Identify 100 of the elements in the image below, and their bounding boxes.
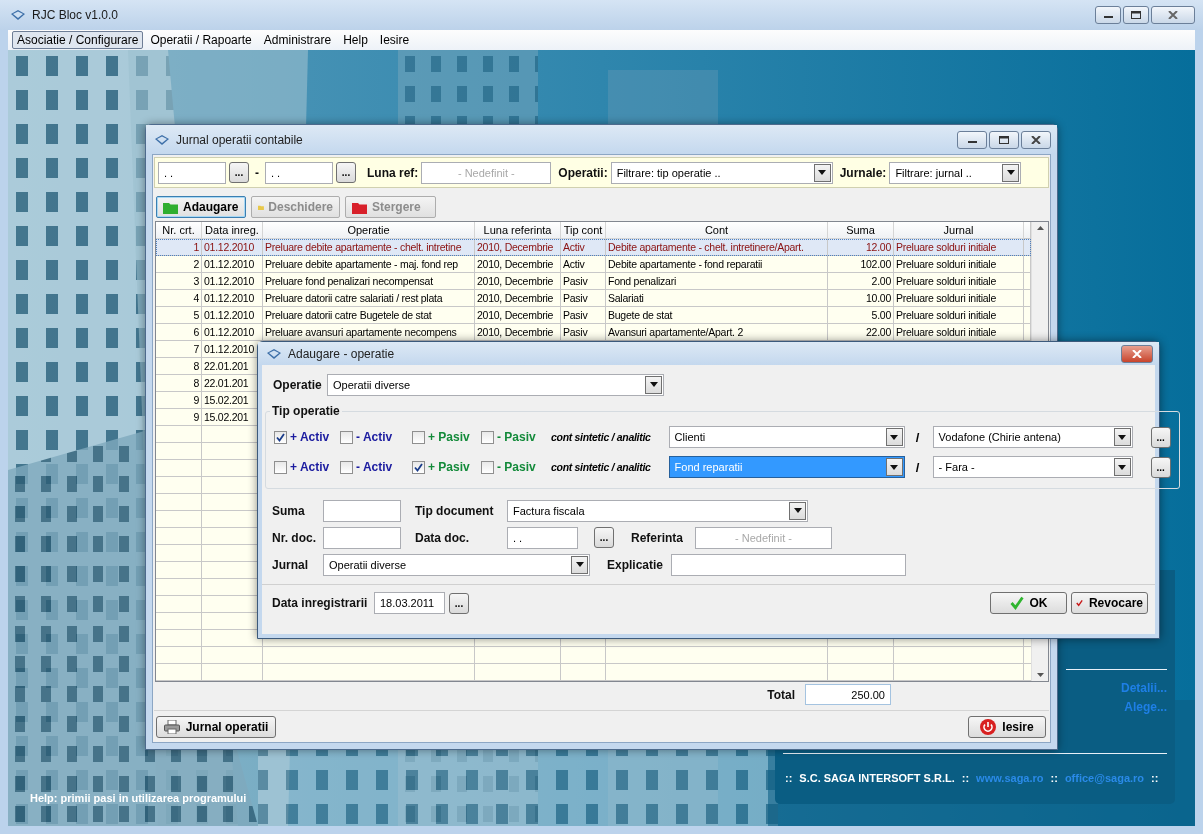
dropdown[interactable]: - Fara -	[932, 456, 1133, 478]
checkbox[interactable]	[274, 460, 287, 474]
input-field[interactable]	[323, 526, 401, 549]
browse-button[interactable]: ...	[1150, 456, 1171, 478]
table-cell: 01.12.2010	[202, 324, 263, 341]
dropdown[interactable]: Filtrare: jurnal ..	[889, 161, 1022, 184]
menu-item[interactable]: Administrare	[258, 31, 337, 49]
table-cell: 8	[156, 375, 202, 392]
browse-button[interactable]: ...	[1150, 426, 1171, 448]
group-title: Tip operatie	[271, 404, 341, 418]
browse-button[interactable]: ...	[449, 592, 469, 614]
table-cell: 4	[156, 290, 202, 307]
checkbox-label: - Activ	[356, 430, 393, 444]
minimize-button[interactable]	[957, 130, 987, 149]
field-label: Data inregistrarii	[272, 596, 369, 610]
date-field[interactable]: 18.03.2011	[374, 592, 445, 614]
scroll-down-icon[interactable]	[1036, 673, 1044, 677]
maximize-button[interactable]	[989, 130, 1019, 149]
close-button[interactable]	[1021, 130, 1051, 149]
dropdown[interactable]: Operatii diverse	[327, 373, 664, 396]
table-row[interactable]: 3 01.12.2010 Preluare fond penalizari necompensat 2010, Decembrie Pasiv Fond penalizari 2.00 Preluare solduri initiale	[156, 273, 1031, 290]
caret-icon	[890, 464, 899, 470]
browse-button[interactable]: ...	[336, 162, 356, 183]
checkbox[interactable]	[412, 460, 425, 474]
table-cell: 2010, Decembrie	[475, 290, 561, 307]
close-icon	[1168, 11, 1178, 19]
checkbox[interactable]	[340, 430, 353, 444]
dropdown[interactable]: Vodafone (Chirie antena)	[932, 426, 1133, 448]
table-cell: 5.00	[828, 307, 894, 324]
checkbox-label: + Pasiv	[428, 430, 470, 444]
close-button[interactable]	[1121, 344, 1153, 363]
field-label: Referinta	[631, 530, 684, 545]
field-label: Jurnal	[272, 557, 309, 572]
table-cell: Preluare solduri initiale	[894, 273, 1024, 290]
caret-icon	[1006, 170, 1015, 175]
menu-item[interactable]: Asociatie / Configurare	[12, 31, 144, 49]
scroll-up-icon[interactable]	[1036, 226, 1044, 230]
dropdown[interactable]: Clienti	[668, 426, 905, 448]
caret-icon	[649, 382, 658, 387]
button[interactable]: Jurnal operatii	[156, 716, 276, 738]
table-cell: Pasiv	[561, 307, 606, 324]
minimize-button[interactable]	[1095, 6, 1121, 24]
checkbox[interactable]	[274, 430, 287, 444]
table-cell: 102.00	[828, 256, 894, 273]
separator-text: ::	[1050, 772, 1058, 784]
table-cell: Pasiv	[561, 273, 606, 290]
table-row[interactable]: 2 01.12.2010 Preluare debite apartamente - maj. fond rep 2010, Decembrie Activ Debite apartamente - fond reparatii 102.00 Preluare solduri initiale	[156, 256, 1031, 273]
table-cell: Preluare solduri initiale	[894, 307, 1024, 324]
window-title: RJC Bloc v1.0.0	[32, 8, 119, 22]
window-title: Jurnal operatii contabile	[176, 132, 303, 147]
input-field[interactable]	[323, 499, 401, 522]
table-cell: 1	[156, 239, 202, 256]
table-cell: 2010, Decembrie	[475, 239, 561, 256]
dropdown[interactable]: Filtrare: tip operatie ..	[610, 161, 833, 184]
date-field[interactable]: . .	[507, 526, 578, 549]
checkbox[interactable]	[412, 430, 425, 444]
date-field[interactable]: . .	[158, 161, 226, 184]
caret-icon	[793, 508, 802, 513]
dropdown[interactable]: Factura fiscala	[507, 499, 808, 522]
maximize-button[interactable]	[1123, 6, 1149, 24]
menu-item[interactable]: Iesire	[374, 31, 415, 49]
table-cell: 8	[156, 358, 202, 375]
checkbox-label: - Pasiv	[497, 460, 536, 474]
field-label: Jurnale:	[839, 165, 887, 180]
app-icon	[266, 346, 282, 361]
maximize-icon	[999, 135, 1009, 144]
table-cell: 5	[156, 307, 202, 324]
checkbox[interactable]	[340, 460, 353, 474]
checkbox[interactable]	[481, 460, 494, 474]
table-row[interactable]: 1 01.12.2010 Preluare debite apartamente - chelt. intretine 2010, Decembrie Activ Debite apartamente - chelt. intretinere/Apart. 12.00 Preluare solduri initiale	[156, 239, 1031, 256]
field-label: Luna ref:	[367, 165, 419, 180]
caret-icon	[818, 170, 827, 175]
table-cell: 9	[156, 409, 202, 426]
checkbox[interactable]	[481, 430, 494, 444]
table-cell: Debite apartamente - chelt. intretinere/Apart.	[606, 239, 828, 256]
menu-item[interactable]: Help	[338, 31, 373, 49]
toolbar-button[interactable]: Adaugare	[156, 196, 246, 218]
field-label: Data doc.	[415, 530, 470, 545]
app-icon	[154, 132, 170, 147]
table-cell: Preluare datorii catre salariati / rest plata	[263, 290, 475, 307]
table-cell: Preluare solduri initiale	[894, 290, 1024, 307]
button[interactable]: Iesire	[968, 716, 1046, 738]
field-label: Explicatie	[607, 557, 665, 572]
menu-item[interactable]: Operatii / Rapoarte	[145, 31, 257, 49]
table-cell: Activ	[561, 256, 606, 273]
checkbox-label: + Activ	[290, 430, 330, 444]
table-row[interactable]: 4 01.12.2010 Preluare datorii catre salariati / rest plata 2010, Decembrie Pasiv Salariati 10.00 Preluare solduri initiale	[156, 290, 1031, 307]
input-field[interactable]	[671, 553, 906, 576]
table-cell: Preluare debite apartamente - chelt. intretine	[263, 239, 475, 256]
date-field[interactable]: . .	[265, 161, 333, 184]
dropdown[interactable]: Operatii diverse	[323, 553, 590, 576]
button[interactable]: Revocare	[1071, 592, 1148, 614]
close-button[interactable]	[1151, 6, 1195, 24]
table-row[interactable]: 5 01.12.2010 Preluare datorii catre Bugetele de stat 2010, Decembrie Pasiv Bugete de stat 5.00 Preluare solduri initiale	[156, 307, 1031, 324]
separator-text: ::	[1151, 772, 1159, 784]
browse-button[interactable]: ...	[229, 162, 249, 183]
browse-button[interactable]: ...	[594, 527, 614, 548]
table-cell: 01.12.2010	[202, 290, 263, 307]
button[interactable]: OK	[990, 592, 1067, 614]
table-cell: 01.12.2010	[202, 307, 263, 324]
